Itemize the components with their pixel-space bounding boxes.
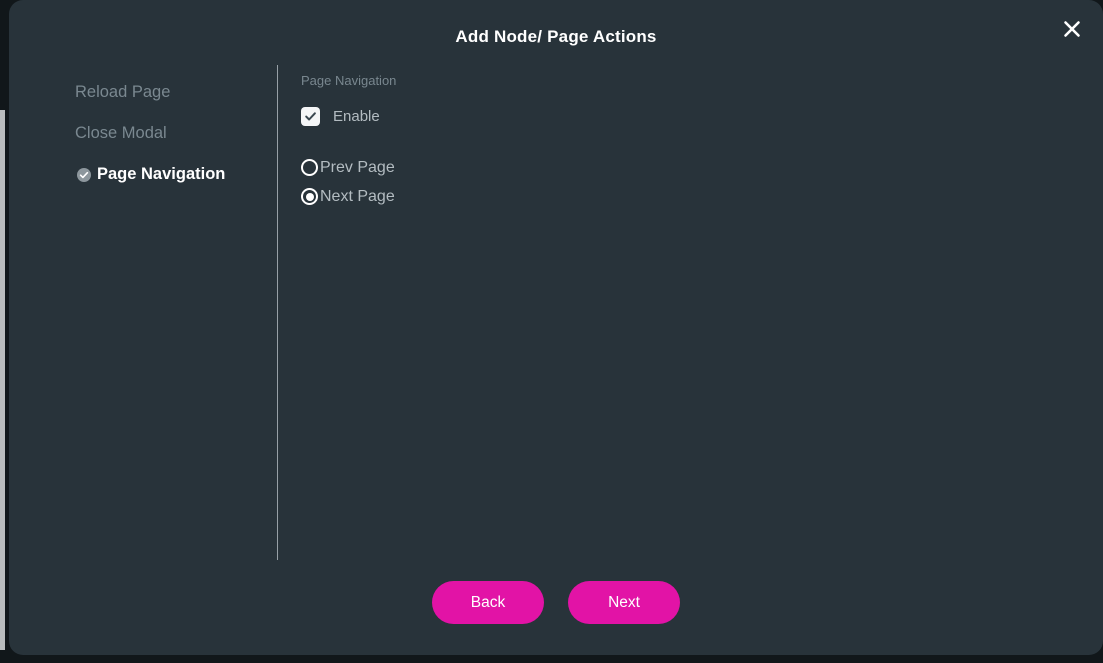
step-label: Reload Page [75, 83, 171, 101]
enable-checkbox-label: Enable [333, 107, 380, 125]
step-item-reload-page[interactable]: Reload Page [9, 72, 277, 113]
close-icon[interactable] [1056, 13, 1088, 45]
modal-title: Add Node/ Page Actions [455, 27, 657, 46]
radio-circle-icon[interactable] [301, 188, 318, 205]
add-node-page-actions-modal: Add Node/ Page Actions Reload Page Close… [9, 0, 1103, 655]
checkmark-icon [305, 111, 316, 120]
back-button[interactable]: Back [432, 581, 544, 624]
step-item-page-navigation[interactable]: Page Navigation [9, 154, 277, 195]
page-direction-radio-group: Prev Page Next Page [301, 153, 1041, 211]
next-button[interactable]: Next [568, 581, 680, 624]
radio-option-prev-page[interactable]: Prev Page [301, 153, 1041, 182]
enable-checkbox[interactable] [301, 106, 320, 126]
step-list: Reload Page Close Modal Page Navigation [9, 72, 277, 195]
modal-footer: Back Next [9, 581, 1103, 624]
page-scrollbar[interactable] [0, 110, 5, 650]
panel-divider [277, 65, 278, 560]
radio-circle-icon[interactable] [301, 159, 318, 176]
radio-dot [305, 192, 314, 201]
app-root: Add Node/ Page Actions Reload Page Close… [0, 0, 1103, 663]
radio-label: Next Page [320, 187, 395, 205]
step-label: Close Modal [75, 124, 167, 142]
enable-checkbox-row[interactable]: Enable [301, 105, 1041, 127]
form-section-label: Page Navigation [301, 73, 397, 88]
check-circle-icon [77, 167, 91, 182]
page-navigation-form: Page Navigation Enable Prev Page Next Pa… [301, 73, 1041, 211]
step-item-close-modal[interactable]: Close Modal [9, 113, 277, 154]
step-label: Page Navigation [97, 165, 226, 183]
radio-label: Prev Page [320, 158, 395, 176]
radio-option-next-page[interactable]: Next Page [301, 182, 1041, 211]
